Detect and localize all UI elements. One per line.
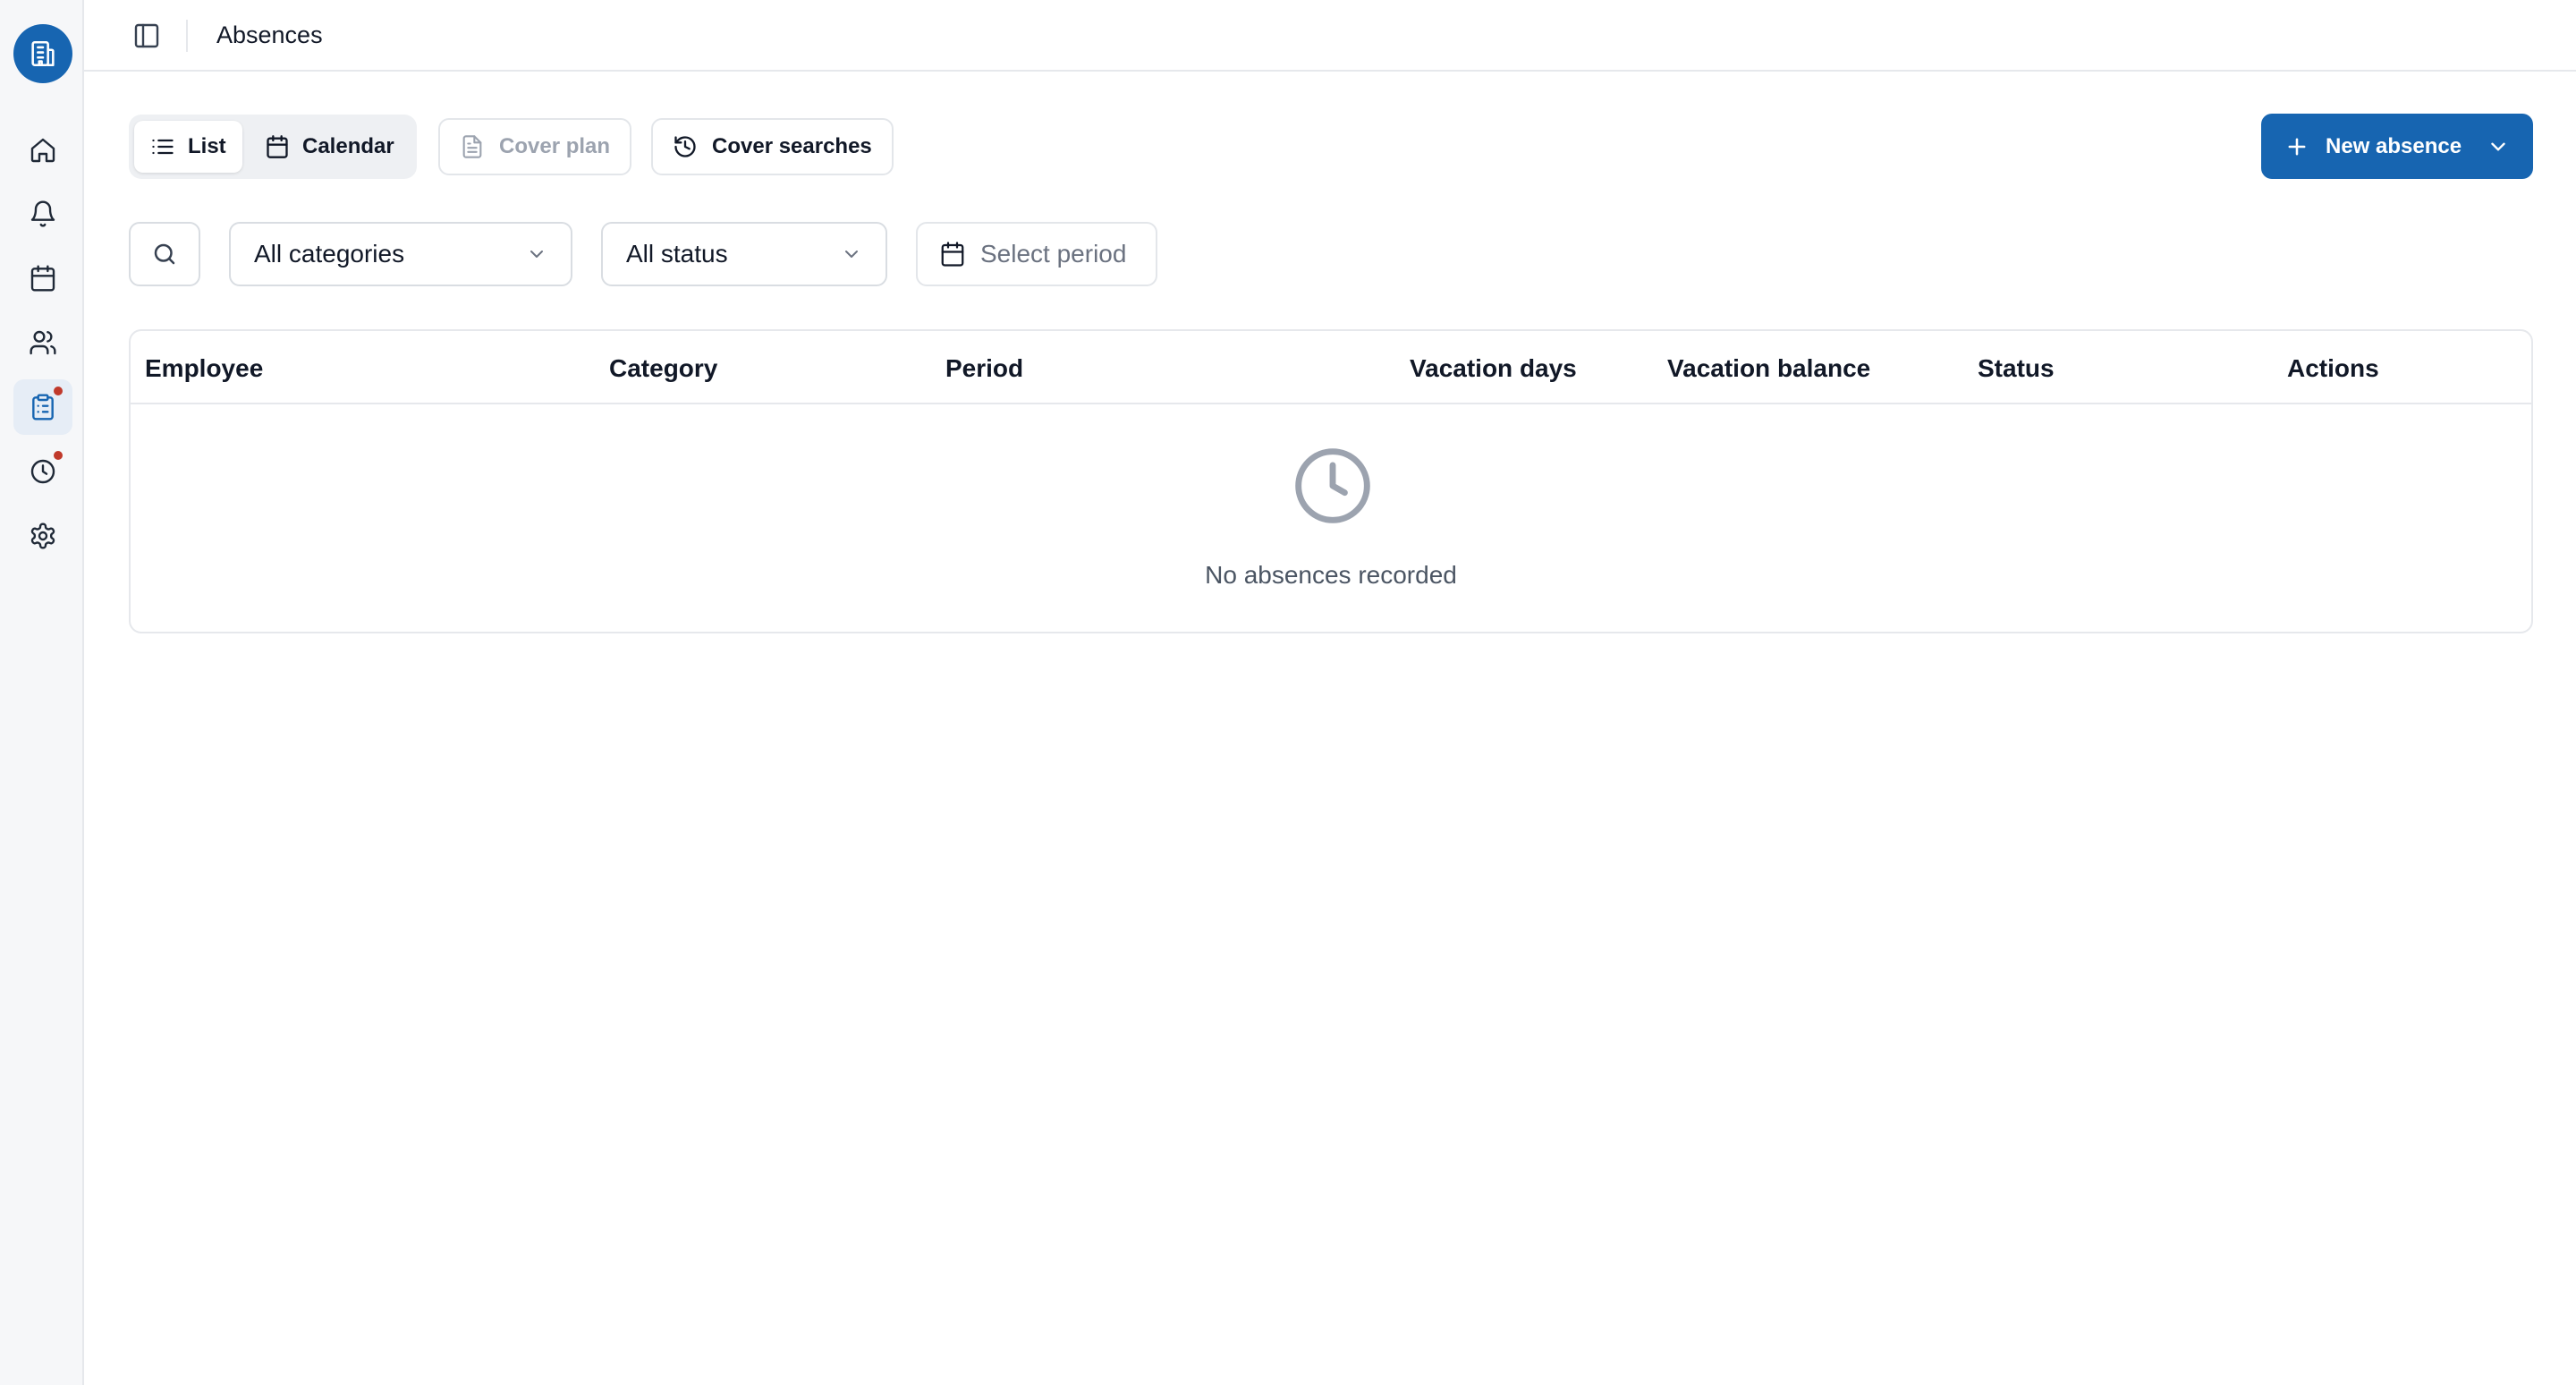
column-header-actions: Actions: [2287, 354, 2379, 382]
tab-list-label: List: [188, 134, 226, 158]
period-picker-placeholder: Select period: [980, 240, 1127, 268]
column-header-vacation-days[interactable]: Vacation days: [1410, 354, 1577, 383]
plus-icon: [2288, 138, 2306, 155]
search-icon: [154, 243, 175, 265]
sidebar-item-employees[interactable]: [13, 315, 72, 370]
list-icon: [152, 139, 174, 155]
sidebar-item-settings[interactable]: [13, 508, 72, 564]
app-root: Absences List Calendar Cover plan Cover …: [0, 0, 2576, 1385]
page-title: Absences: [216, 21, 323, 48]
sidebar-toggle-button[interactable]: [131, 20, 163, 52]
status-filter[interactable]: All status: [601, 222, 887, 286]
sidebar-item-home[interactable]: [13, 123, 72, 178]
empty-state-clock-icon: [1292, 445, 1374, 531]
building-logo-icon: [31, 40, 55, 67]
sidebar-item-time-tracking[interactable]: [13, 444, 72, 499]
cover-plan-button[interactable]: Cover plan: [438, 118, 632, 175]
panel-left-icon: [134, 23, 159, 48]
sidebar-item-calendar[interactable]: [13, 251, 72, 306]
column-header-vacation-balance[interactable]: Vacation balance: [1667, 354, 1870, 383]
history-icon: [674, 136, 696, 157]
calendar-icon: [267, 135, 288, 158]
column-header-employee[interactable]: Employee: [145, 354, 263, 383]
sidebar: [0, 0, 84, 1385]
header-divider: [186, 20, 188, 52]
new-absence-dropdown[interactable]: [2487, 135, 2510, 158]
period-picker[interactable]: Select period: [916, 222, 1157, 286]
search-button[interactable]: [129, 222, 200, 286]
cover-searches-label: Cover searches: [712, 134, 872, 158]
bell-icon: [30, 200, 55, 227]
chevron-down-icon: [845, 251, 858, 258]
new-absence-label: New absence: [2326, 133, 2462, 158]
table-header: Employee Category Period Vacation days V…: [131, 331, 2531, 404]
column-header-status[interactable]: Status: [1978, 354, 2055, 383]
clock-icon: [30, 459, 55, 484]
calendar-icon: [30, 265, 55, 292]
app-logo[interactable]: [13, 24, 72, 83]
tab-calendar-label: Calendar: [302, 134, 394, 158]
cover-searches-button[interactable]: Cover searches: [651, 118, 894, 175]
column-header-category[interactable]: Category: [609, 354, 717, 383]
tab-calendar[interactable]: Calendar: [249, 121, 411, 173]
chevron-down-icon: [2491, 142, 2505, 150]
chevron-down-icon: [530, 251, 543, 258]
cover-plan-label: Cover plan: [499, 134, 611, 158]
sidebar-item-absences[interactable]: [13, 379, 72, 435]
tab-list[interactable]: List: [134, 121, 242, 173]
clipboard-list-icon: [32, 394, 54, 421]
file-text-icon: [462, 135, 482, 158]
users-icon: [30, 330, 56, 355]
category-filter[interactable]: All categories: [229, 222, 572, 286]
absences-table: Employee Category Period Vacation days V…: [129, 329, 2533, 633]
gear-icon: [30, 523, 55, 549]
time-tracking-badge: [52, 449, 64, 462]
absences-badge: [52, 385, 64, 397]
category-filter-value: All categories: [254, 240, 405, 268]
new-absence-button[interactable]: New absence: [2261, 114, 2533, 179]
column-header-period[interactable]: Period: [945, 354, 1023, 383]
top-bar: Absences: [84, 0, 2576, 72]
calendar-icon: [941, 242, 964, 267]
sidebar-item-notifications[interactable]: [13, 186, 72, 242]
view-switcher: List Calendar: [129, 115, 417, 179]
empty-state-message: No absences recorded: [1205, 561, 1457, 589]
home-icon: [30, 138, 55, 163]
status-filter-value: All status: [626, 240, 728, 268]
